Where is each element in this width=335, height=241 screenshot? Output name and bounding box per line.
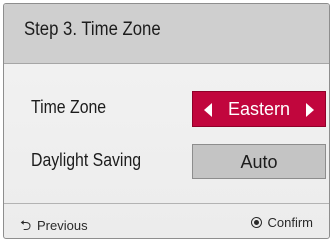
arrow-left-icon[interactable]: [204, 103, 212, 117]
dialog-title: Step 3. Time Zone: [24, 19, 161, 40]
dialog-header: Step 3. Time Zone: [4, 4, 329, 64]
confirm-label: Confirm: [267, 215, 313, 230]
time-zone-dialog: Step 3. Time Zone Time Zone Eastern Dayl…: [3, 3, 330, 239]
arrow-right-icon[interactable]: [306, 103, 314, 117]
confirm-button[interactable]: Confirm: [251, 215, 313, 230]
previous-label: Previous: [37, 218, 88, 233]
daylight-saving-value: Auto: [240, 152, 278, 172]
daylight-saving-label: Daylight Saving: [31, 150, 142, 170]
return-arrow-icon: ⮌: [20, 217, 32, 233]
daylight-saving-selector[interactable]: Auto: [192, 144, 326, 179]
time-zone-value: Eastern: [227, 99, 291, 119]
time-zone-label: Time Zone: [31, 97, 107, 117]
footer-divider: [4, 203, 329, 204]
time-zone-selector[interactable]: Eastern: [192, 91, 326, 127]
previous-button[interactable]: ⮌ Previous: [20, 215, 88, 238]
ok-circle-icon: [251, 217, 263, 228]
